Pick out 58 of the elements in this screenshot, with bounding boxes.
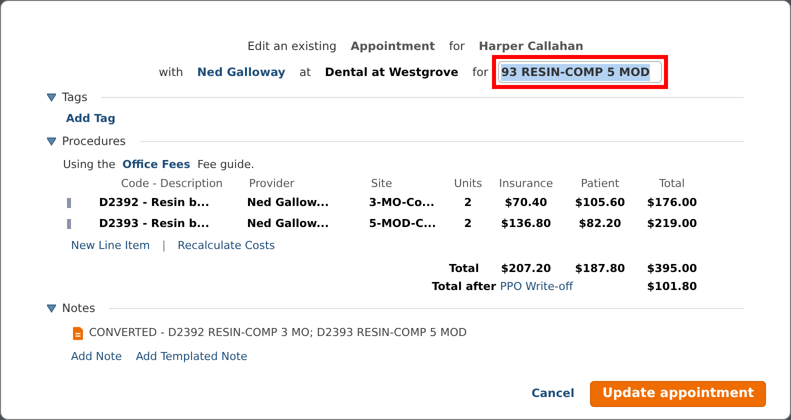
drag-handle-icon[interactable] — [67, 218, 71, 229]
table-cell-text: $176.00 — [646, 194, 698, 210]
header-value: Harper Callahan — [478, 38, 584, 55]
table-cell-text: $82.20 — [578, 216, 622, 232]
drag-handle-icon[interactable] — [67, 198, 71, 208]
collapse-triangle-icon[interactable] — [47, 92, 56, 102]
section-title: Notes — [62, 300, 96, 318]
table-cell-text: Ned Gallow... — [246, 216, 330, 232]
column-header: Site — [370, 176, 394, 192]
header-text: at — [299, 64, 311, 81]
header-text: Edit an existing — [248, 38, 337, 55]
column-header: Code - Description — [120, 176, 224, 192]
add-tag-link[interactable]: Add Tag — [66, 111, 116, 128]
table-cell-text: D2393 - Resin b... — [98, 216, 210, 232]
collapse-triangle-icon[interactable] — [47, 137, 56, 146]
table-cell-text: 5-MOD-C... — [368, 216, 438, 232]
note-link[interactable]: Add Templated Note — [136, 349, 248, 366]
new-line-item-link[interactable]: New Line Item — [71, 238, 150, 255]
table-cell-text: Ned Gallow... — [246, 194, 330, 210]
column-header: Provider — [248, 176, 296, 192]
table-cell-text: 2 — [463, 216, 473, 232]
table-cell-text: $101.80 — [646, 278, 698, 295]
header-value: Dental at Westgrove — [324, 64, 458, 81]
header-text: for — [448, 38, 465, 55]
fee-guide-link[interactable]: Office Fees — [122, 156, 190, 174]
table-cell-text: $219.00 — [646, 216, 698, 232]
input-field[interactable]: 93 RESIN-COMP 5 MOD — [498, 61, 662, 84]
header-text: for — [472, 64, 488, 81]
provider-link[interactable]: Ned Galloway — [197, 64, 286, 81]
separator-text: | — [162, 238, 166, 254]
table-cell-text: $136.80 — [500, 216, 552, 232]
fee-text: Fee guide. — [197, 156, 254, 173]
total-after-label: Total after — [432, 278, 496, 295]
note-link[interactable]: Add Note — [71, 349, 122, 366]
note-text: CONVERTED - D2392 RESIN-COMP 3 MO; D2393 RESIN-COMP 5 MOD — [89, 324, 467, 341]
recalculate-link[interactable]: Recalculate Costs — [178, 238, 276, 255]
table-cell-text: 3-MO-Co... — [368, 194, 436, 210]
total-label: Total — [448, 260, 480, 276]
column-header: Total — [658, 176, 686, 192]
section-title: Tags — [62, 88, 88, 106]
document-icon — [73, 326, 83, 340]
table-cell-text: $187.80 — [574, 260, 626, 276]
table-cell-text: 2 — [463, 194, 473, 210]
header-value: Appointment — [350, 38, 435, 55]
table-cell-text: $395.00 — [646, 260, 698, 276]
column-header: Patient — [580, 176, 620, 192]
table-cell-text: $70.40 — [504, 194, 548, 210]
section-title: Procedures — [62, 133, 126, 150]
collapse-triangle-icon[interactable] — [47, 304, 56, 314]
fee-text: Using the — [63, 156, 116, 173]
column-header: Units — [452, 176, 484, 192]
table-cell-text: $105.60 — [574, 194, 626, 210]
table-cell-text: $207.20 — [500, 260, 552, 276]
table-cell-text: D2392 - Resin b... — [98, 194, 210, 210]
column-header: Insurance — [498, 176, 554, 192]
cancel-button[interactable]: Cancel — [531, 385, 574, 403]
header-text: with — [158, 64, 184, 81]
write-off-link[interactable]: PPO Write-off — [500, 278, 573, 296]
